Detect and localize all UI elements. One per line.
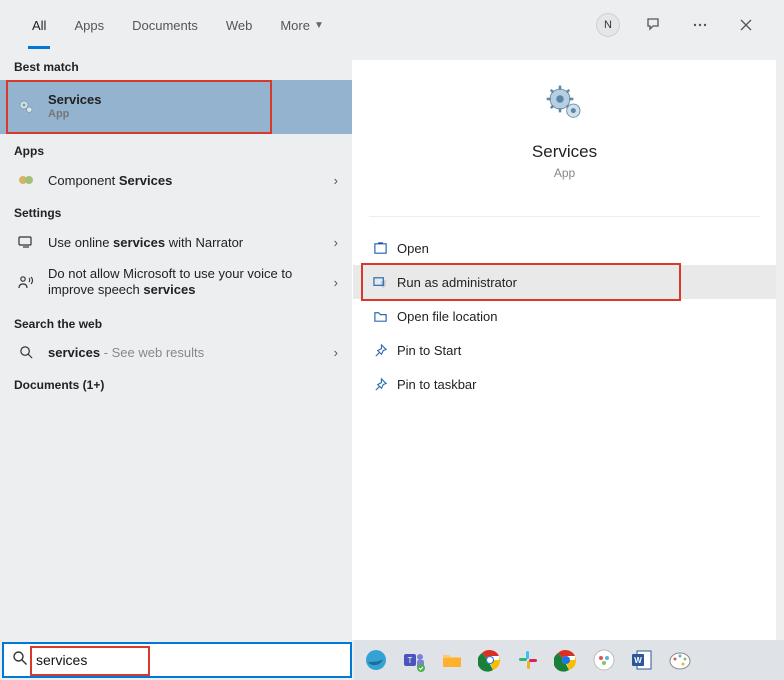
result-component-services[interactable]: Component Services ›	[0, 164, 352, 196]
chevron-right-icon: ›	[334, 345, 338, 360]
services-gear-icon-large	[353, 84, 776, 124]
person-speech-icon	[14, 274, 38, 290]
action-label: Run as administrator	[397, 275, 517, 290]
search-input[interactable]	[36, 652, 342, 668]
result-narrator-services[interactable]: Use online services with Narrator ›	[0, 226, 352, 258]
pin-icon	[373, 343, 397, 358]
apps-header: Apps	[0, 134, 352, 164]
component-services-icon	[14, 172, 38, 188]
search-bar	[2, 642, 352, 678]
taskbar: T W	[354, 640, 784, 680]
search-icon	[14, 345, 38, 360]
result-label: Do not allow Microsoft to use your voice…	[48, 266, 334, 299]
action-label: Pin to Start	[397, 343, 461, 358]
tab-web[interactable]: Web	[212, 1, 267, 49]
window-controls: N	[596, 7, 766, 43]
taskbar-edge-icon[interactable]	[362, 646, 390, 674]
documents-header: Documents (1+)	[0, 368, 352, 398]
taskbar-slack-icon[interactable]	[514, 646, 542, 674]
chevron-right-icon: ›	[334, 235, 338, 250]
best-match-title: Services	[48, 92, 338, 108]
tab-more[interactable]: More ▼	[266, 1, 338, 49]
result-label: Component Services	[48, 173, 334, 188]
open-icon	[373, 241, 397, 256]
detail-panel: Services App Open Run as administrator	[352, 60, 776, 640]
svg-text:T: T	[408, 656, 413, 665]
best-match-result[interactable]: Services App	[0, 80, 352, 134]
taskbar-app-icon[interactable]	[590, 646, 618, 674]
svg-text:W: W	[634, 656, 642, 665]
feedback-icon[interactable]	[634, 7, 674, 43]
result-label: Use online services with Narrator	[48, 235, 334, 250]
taskbar-word-icon[interactable]: W	[628, 646, 656, 674]
admin-shield-icon	[373, 275, 397, 290]
settings-header: Settings	[0, 196, 352, 226]
result-label: services - See web results	[48, 345, 334, 360]
user-avatar[interactable]: N	[596, 13, 620, 37]
close-button[interactable]	[726, 7, 766, 43]
action-pin-to-taskbar[interactable]: Pin to taskbar	[353, 367, 776, 401]
detail-subtitle: App	[353, 166, 776, 180]
best-match-header: Best match	[0, 50, 352, 80]
folder-icon	[373, 309, 397, 324]
chevron-right-icon: ›	[334, 173, 338, 188]
pin-icon	[373, 377, 397, 392]
tab-all[interactable]: All	[18, 1, 60, 49]
action-label: Pin to taskbar	[397, 377, 477, 392]
action-label: Open	[397, 241, 429, 256]
results-panel: Best match Services App Apps Component S…	[0, 50, 352, 640]
search-icon	[12, 650, 28, 671]
services-gear-icon	[14, 99, 38, 115]
action-run-as-admin[interactable]: Run as administrator	[353, 265, 776, 299]
chevron-right-icon: ›	[334, 275, 338, 290]
chevron-down-icon: ▼	[314, 20, 324, 31]
detail-title: Services	[353, 142, 776, 162]
tab-more-label: More	[280, 18, 310, 33]
more-options-icon[interactable]	[680, 7, 720, 43]
taskbar-paint-icon[interactable]	[666, 646, 694, 674]
start-search-window: All Apps Documents Web More ▼ N Best mat…	[0, 0, 784, 680]
action-open-file-location[interactable]: Open file location	[353, 299, 776, 333]
search-web-header: Search the web	[0, 307, 352, 337]
taskbar-teams-icon[interactable]: T	[400, 646, 428, 674]
tab-documents[interactable]: Documents	[118, 1, 212, 49]
taskbar-chrome-beta-icon[interactable]	[552, 646, 580, 674]
tab-apps[interactable]: Apps	[60, 1, 118, 49]
best-match-subtitle: App	[48, 108, 338, 122]
result-speech-services[interactable]: Do not allow Microsoft to use your voice…	[0, 258, 352, 307]
action-label: Open file location	[397, 309, 497, 324]
search-tabs: All Apps Documents Web More ▼ N	[0, 0, 784, 50]
action-open[interactable]: Open	[353, 231, 776, 265]
result-web-services[interactable]: services - See web results ›	[0, 337, 352, 368]
taskbar-chrome-icon[interactable]	[476, 646, 504, 674]
monitor-icon	[14, 234, 38, 250]
taskbar-explorer-icon[interactable]	[438, 646, 466, 674]
action-pin-to-start[interactable]: Pin to Start	[353, 333, 776, 367]
